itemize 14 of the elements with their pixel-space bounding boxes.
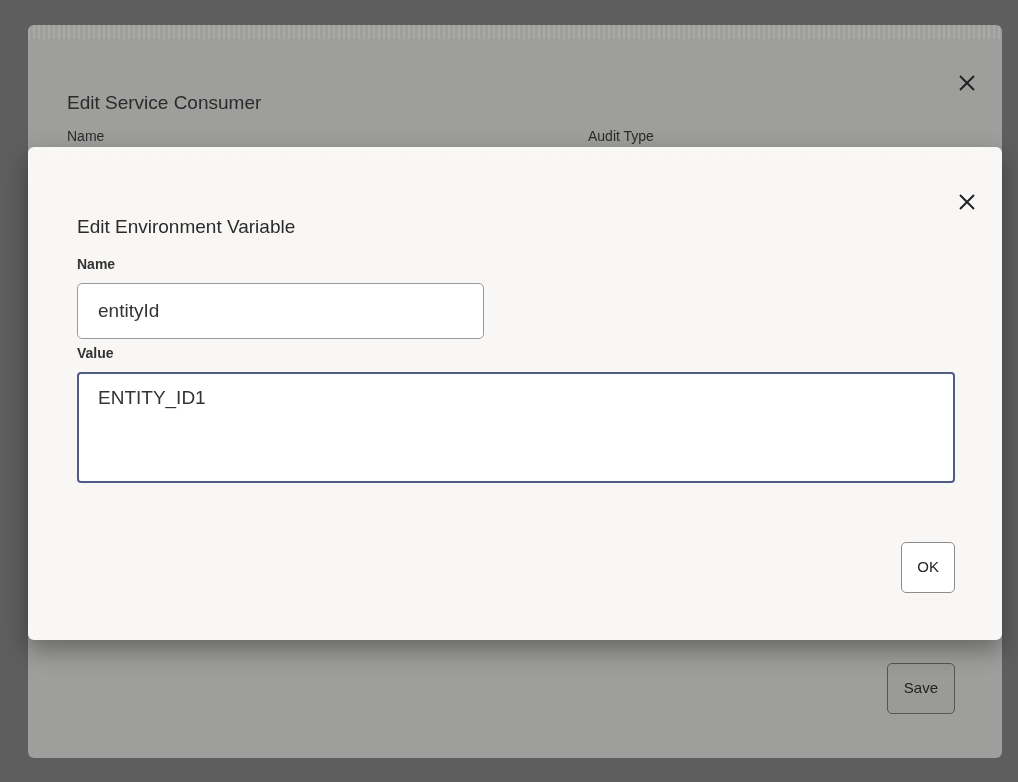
close-button[interactable] — [959, 194, 975, 210]
dialog-title: Edit Service Consumer — [67, 91, 263, 115]
save-button[interactable]: Save — [886, 663, 955, 714]
name-input[interactable]: entityId — [77, 282, 484, 339]
field-label: Name — [77, 254, 117, 274]
field-label: Name — [67, 127, 105, 144]
close-button[interactable] — [959, 75, 975, 91]
close-icon — [959, 75, 975, 91]
value-textarea[interactable]: ENTITY_ID1 — [77, 371, 955, 483]
dialog-title: Edit Environment Variable — [77, 215, 297, 239]
field-label: Value — [77, 343, 115, 363]
close-icon — [959, 194, 975, 210]
field-label: Audit Type — [588, 127, 654, 144]
ok-button[interactable]: OK — [901, 542, 955, 593]
